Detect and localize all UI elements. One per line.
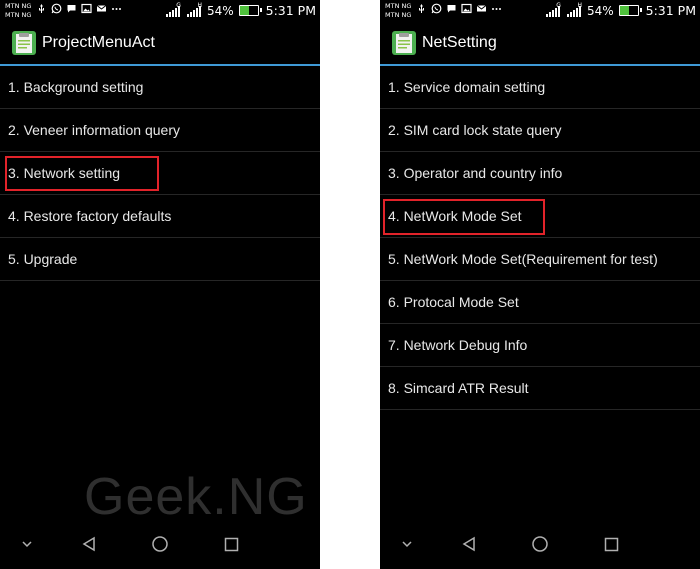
menu-item-label: 2. SIM card lock state query xyxy=(388,122,562,138)
image-icon xyxy=(81,3,92,14)
page-title: ProjectMenuAct xyxy=(42,34,155,51)
usb-icon xyxy=(39,4,44,13)
hide-nav-button[interactable] xyxy=(392,529,422,559)
menu-item-network-debug-info[interactable]: 7. Network Debug Info xyxy=(380,324,700,367)
clock: 5:31 PM xyxy=(265,3,316,18)
recents-button[interactable] xyxy=(596,529,626,559)
home-button[interactable] xyxy=(145,529,175,559)
app-icon xyxy=(392,31,416,55)
battery-icon xyxy=(238,5,262,16)
mail-icon xyxy=(476,5,487,12)
menu-item-label: 5. Upgrade xyxy=(8,251,78,267)
page-title: NetSetting xyxy=(422,34,497,51)
highlight-box xyxy=(383,199,545,235)
watermark-text: Geek.NG xyxy=(84,468,308,526)
menu-item-label: 7. Network Debug Info xyxy=(388,337,528,353)
signal-icon: H xyxy=(186,1,202,17)
notification-icons xyxy=(416,3,502,14)
home-circle-icon xyxy=(152,536,168,552)
status-right: G H 54% 5:31 PM xyxy=(165,1,316,18)
action-bar: ProjectMenuAct xyxy=(0,23,320,66)
menu-item-protocal-mode-set[interactable]: 6. Protocal Mode Set xyxy=(380,281,700,324)
image-icon xyxy=(461,3,472,14)
action-bar: NetSetting xyxy=(380,23,700,66)
carrier-label: MTN NG xyxy=(5,10,32,19)
menu-item-label: 6. Protocal Mode Set xyxy=(388,294,519,310)
message-icon xyxy=(447,5,456,13)
usb-icon xyxy=(419,4,424,13)
carrier-names: MTN NG MTN NG xyxy=(5,2,31,19)
menu-item-label: 4. Restore factory defaults xyxy=(8,208,172,224)
recents-square-icon xyxy=(604,537,618,551)
network-type-label: G xyxy=(556,1,561,9)
status-bar: MTN NG MTN NG G H 54% 5:31 PM xyxy=(380,0,700,23)
whatsapp-icon xyxy=(51,3,62,14)
status-bar: MTN NG MTN NG G H 54% 5:31 PM xyxy=(0,0,320,23)
recents-square-icon xyxy=(224,537,238,551)
carrier-label: MTN NG xyxy=(5,2,32,10)
signal-icon: H xyxy=(566,1,582,17)
whatsapp-icon xyxy=(431,3,442,14)
back-button[interactable] xyxy=(74,529,104,559)
menu-item-network-mode-set-test[interactable]: 5. NetWork Mode Set(Requirement for test… xyxy=(380,238,700,281)
recents-button[interactable] xyxy=(216,529,246,559)
battery-icon xyxy=(618,5,642,16)
back-triangle-icon xyxy=(82,536,95,552)
highlight-box xyxy=(5,156,159,191)
menu-item-label: 5. NetWork Mode Set(Requirement for test… xyxy=(388,251,658,267)
menu-list: 1. Service domain setting 2. SIM card lo… xyxy=(380,66,700,410)
more-notifications-icon xyxy=(112,8,121,10)
notification-icons xyxy=(36,3,122,14)
network-type-label: H xyxy=(577,1,582,9)
back-triangle-icon xyxy=(462,536,475,552)
phone-screen-project-menu: MTN NG MTN NG G H 54% 5:31 PM ProjectMen… xyxy=(0,0,320,569)
carrier-label: MTN NG xyxy=(385,2,412,10)
status-right: G H 54% 5:31 PM xyxy=(545,1,696,18)
home-button[interactable] xyxy=(525,529,555,559)
carrier-names: MTN NG MTN NG xyxy=(385,2,411,19)
home-circle-icon xyxy=(532,536,548,552)
network-type-label: H xyxy=(197,1,202,9)
carrier-label: MTN NG xyxy=(385,10,412,19)
menu-item-label: 8. Simcard ATR Result xyxy=(388,380,529,396)
menu-item-label: 1. Background setting xyxy=(8,79,144,95)
menu-item-restore-factory-defaults[interactable]: 4. Restore factory defaults xyxy=(0,195,320,238)
clock: 5:31 PM xyxy=(645,3,696,18)
more-notifications-icon xyxy=(492,8,501,10)
signal-icon: G xyxy=(165,1,181,17)
menu-item-veneer-information-query[interactable]: 2. Veneer information query xyxy=(0,109,320,152)
app-icon xyxy=(12,31,36,55)
chevron-down-icon xyxy=(22,541,32,548)
menu-item-background-setting[interactable]: 1. Background setting xyxy=(0,66,320,109)
menu-item-service-domain-setting[interactable]: 1. Service domain setting xyxy=(380,66,700,109)
menu-item-simcard-atr-result[interactable]: 8. Simcard ATR Result xyxy=(380,367,700,410)
message-icon xyxy=(67,5,76,13)
navigation-bar xyxy=(0,519,320,569)
signal-icon: G xyxy=(545,1,561,17)
chevron-down-icon xyxy=(402,541,412,548)
mail-icon xyxy=(96,5,107,12)
battery-percent: 54% xyxy=(206,3,234,18)
menu-item-sim-card-lock-state-query[interactable]: 2. SIM card lock state query xyxy=(380,109,700,152)
navigation-bar xyxy=(380,519,700,569)
network-type-label: G xyxy=(176,1,181,9)
menu-item-operator-and-country-info[interactable]: 3. Operator and country info xyxy=(380,152,700,195)
back-button[interactable] xyxy=(454,529,484,559)
battery-percent: 54% xyxy=(586,3,614,18)
menu-item-label: 3. Operator and country info xyxy=(388,165,563,181)
hide-nav-button[interactable] xyxy=(12,529,42,559)
menu-item-upgrade[interactable]: 5. Upgrade xyxy=(0,238,320,281)
phone-screen-net-setting: MTN NG MTN NG G H 54% 5:31 PM NetSetting… xyxy=(380,0,700,569)
menu-item-label: 1. Service domain setting xyxy=(388,79,546,95)
menu-item-label: 2. Veneer information query xyxy=(8,122,180,138)
